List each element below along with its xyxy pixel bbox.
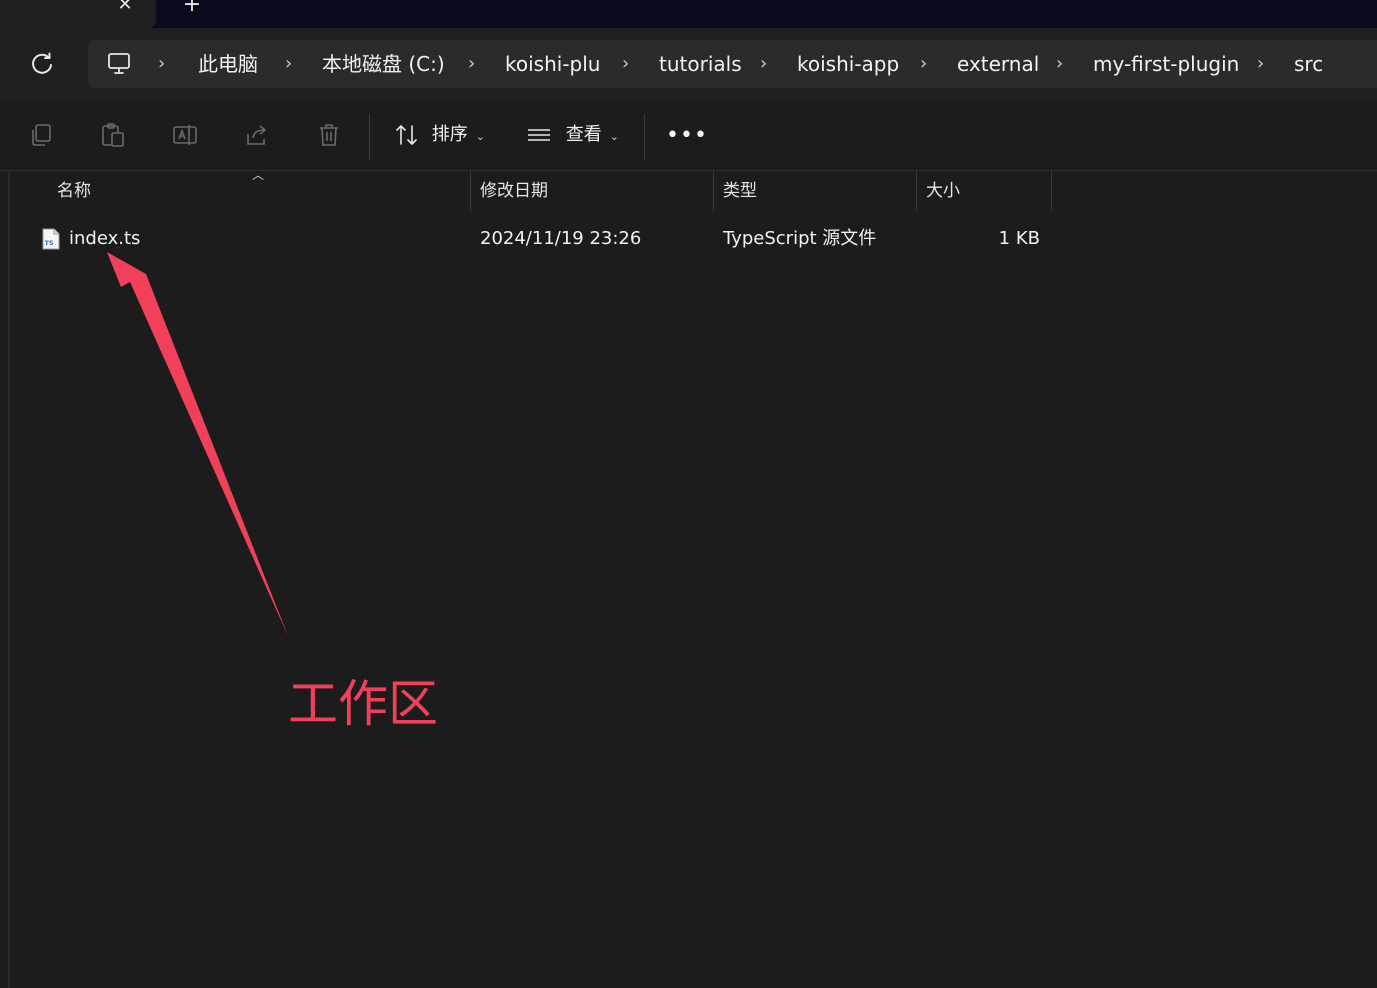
- close-tab-icon[interactable]: ✕: [114, 0, 136, 16]
- navigation-bar: › 此电脑 › 本地磁盘 (C:) › koishi-plu › tutoria…: [0, 28, 1377, 100]
- chevron-down-icon: ⌄: [475, 130, 485, 143]
- more-options-button[interactable]: •••: [666, 124, 707, 148]
- sort-label: 排序: [431, 124, 468, 145]
- chevron-right-icon[interactable]: ›: [158, 40, 165, 88]
- chevron-right-icon[interactable]: ›: [1056, 40, 1063, 88]
- tab-strip: ✕ +: [0, 0, 1377, 28]
- sort-button[interactable]: 排序 ⌄: [394, 118, 485, 152]
- breadcrumb-local-disk-c[interactable]: 本地磁盘 (C:): [322, 40, 445, 88]
- chevron-right-icon[interactable]: ›: [760, 40, 767, 88]
- file-size: 1 KB: [998, 228, 1040, 249]
- new-tab-button[interactable]: +: [180, 0, 204, 17]
- column-header-modified[interactable]: 修改日期: [470, 171, 713, 211]
- chevron-right-icon[interactable]: ›: [285, 40, 292, 88]
- breadcrumb-src[interactable]: src: [1294, 40, 1323, 88]
- delete-icon[interactable]: [316, 122, 342, 148]
- annotation-label: 工作区: [288, 675, 438, 733]
- breadcrumb-my-first-plugin[interactable]: my-first-plugin: [1093, 40, 1239, 88]
- breadcrumb-koishi-app[interactable]: koishi-app: [797, 40, 899, 88]
- chevron-right-icon[interactable]: ›: [920, 40, 927, 88]
- this-pc-icon[interactable]: [106, 52, 132, 76]
- chevron-right-icon[interactable]: ›: [622, 40, 629, 88]
- column-divider[interactable]: [1051, 171, 1052, 211]
- chevron-right-icon[interactable]: ›: [468, 40, 475, 88]
- view-list-icon: [528, 129, 550, 141]
- breadcrumb-tutorials[interactable]: tutorials: [659, 40, 742, 88]
- copy-icon[interactable]: [28, 122, 54, 148]
- toolbar-divider: [644, 114, 645, 160]
- file-type: TypeScript 源文件: [723, 228, 877, 249]
- column-header-size[interactable]: 大小: [916, 171, 1052, 211]
- command-bar: 排序 ⌄ 查看 ⌄ •••: [0, 100, 1377, 171]
- column-header-name[interactable]: 名称: [47, 171, 470, 211]
- navigation-pane-border: [8, 171, 10, 988]
- share-icon[interactable]: [244, 122, 270, 148]
- file-name[interactable]: index.ts: [69, 219, 140, 259]
- typescript-file-icon: TS: [42, 228, 60, 250]
- file-modified: 2024/11/19 23:26: [480, 228, 642, 249]
- refresh-icon[interactable]: [26, 48, 58, 80]
- active-tab[interactable]: ✕: [0, 0, 156, 28]
- svg-text:TS: TS: [45, 239, 54, 247]
- paste-icon[interactable]: [100, 122, 126, 148]
- column-header-type[interactable]: 类型: [713, 171, 916, 211]
- view-button[interactable]: 查看 ⌄: [526, 118, 619, 152]
- view-label: 查看: [565, 124, 602, 145]
- breadcrumb-external[interactable]: external: [957, 40, 1039, 88]
- chevron-right-icon[interactable]: ›: [1257, 40, 1264, 88]
- breadcrumb-koishi-plu[interactable]: koishi-plu: [505, 40, 600, 88]
- file-row[interactable]: TS index.ts 2024/11/19 23:26 TypeScript …: [36, 219, 1056, 259]
- sort-icon: [396, 125, 417, 145]
- breadcrumb-this-pc[interactable]: 此电脑: [198, 40, 258, 88]
- address-bar[interactable]: › 此电脑 › 本地磁盘 (C:) › koishi-plu › tutoria…: [88, 40, 1377, 88]
- rename-icon[interactable]: [172, 122, 198, 148]
- toolbar-divider: [369, 114, 370, 160]
- chevron-down-icon: ⌄: [609, 130, 619, 143]
